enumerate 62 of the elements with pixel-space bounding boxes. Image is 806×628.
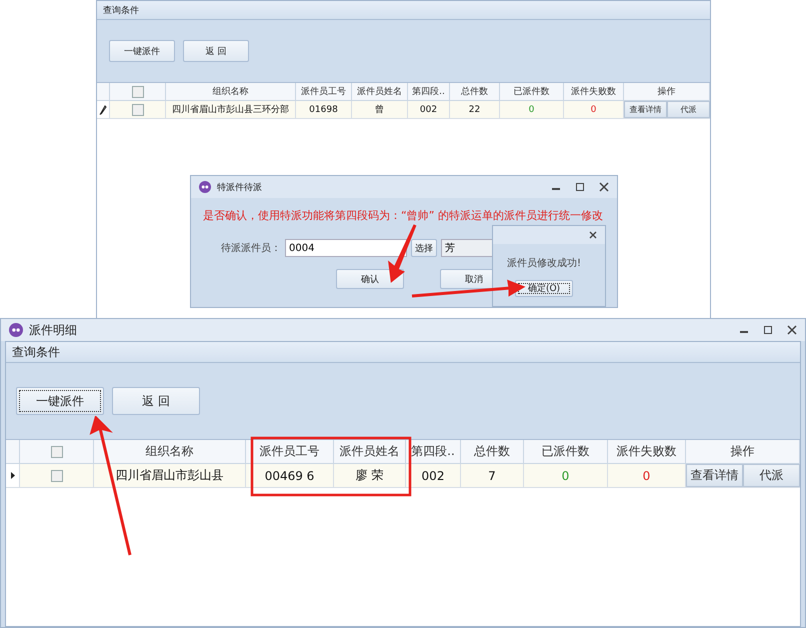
column-header: 操作 <box>686 440 800 464</box>
success-message: 派件员修改成功! <box>507 256 582 270</box>
action-button[interactable]: 查看详情 <box>686 464 743 487</box>
column-header: 总件数 <box>450 83 500 101</box>
column-header: 派件员工号 <box>246 440 334 464</box>
checkbox[interactable] <box>132 86 144 98</box>
column-header: 已派件数 <box>524 440 608 464</box>
dialog-button[interactable]: 确认 <box>336 269 404 289</box>
table-cell: 0 <box>524 464 608 488</box>
toolbar-button[interactable]: 返 回 <box>112 387 200 415</box>
action-button[interactable]: 代派 <box>667 101 710 118</box>
toolbar-button[interactable]: 一键派件 <box>16 387 104 415</box>
table-cell: 廖 荣 <box>334 464 406 488</box>
window-title: 派件明细 <box>29 322 78 338</box>
column-header: 派件员工号 <box>296 83 352 101</box>
action-button[interactable]: 代派 <box>743 464 800 487</box>
toolbar-button[interactable]: 一键派件 <box>109 40 175 62</box>
table-cell: 0 <box>564 101 624 119</box>
table-cell: 四川省眉山市彭山县三环分部 <box>166 101 296 119</box>
row-pointer-icon <box>10 472 14 479</box>
column-header: 第四段.. <box>408 83 450 101</box>
app-logo-icon <box>9 323 23 337</box>
table-cell: 7 <box>461 464 524 488</box>
close-icon[interactable] <box>787 325 797 335</box>
column-header: 派件员姓名 <box>334 440 406 464</box>
close-icon[interactable] <box>599 182 609 192</box>
maximize-icon[interactable] <box>575 182 585 192</box>
checkbox[interactable] <box>50 446 62 458</box>
table-cell: 22 <box>450 101 500 119</box>
maximize-icon[interactable] <box>763 325 773 335</box>
action-button[interactable]: 查看详情 <box>624 101 667 118</box>
column-header: 总件数 <box>461 440 524 464</box>
row-checkbox[interactable] <box>50 470 62 482</box>
table-cell: 曾 <box>352 101 408 119</box>
confirm-message: 是否确认，使用特派功能将第四段码为：“曾帅” 的特派运单的派件员进行统一修改 <box>202 208 604 223</box>
column-header: 操作 <box>624 83 710 101</box>
column-header: 第四段.. <box>406 440 461 464</box>
column-header: 派件员姓名 <box>352 83 408 101</box>
table-cell: 002 <box>406 464 461 488</box>
dialog-title: 特派件待派 <box>217 182 263 194</box>
toolbar-button[interactable]: 返 回 <box>183 40 249 62</box>
section-title: 查询条件 <box>6 342 800 363</box>
pencil-icon <box>99 104 107 114</box>
app-logo-icon <box>199 181 211 193</box>
section-title: 查询条件 <box>97 1 710 20</box>
column-header: 已派件数 <box>500 83 564 101</box>
row-checkbox[interactable] <box>132 104 144 116</box>
table-cell: 四川省眉山市彭山县 <box>94 464 246 488</box>
close-icon[interactable] <box>589 231 597 239</box>
table-cell: 0 <box>608 464 686 488</box>
input-field[interactable]: 0004 <box>285 239 407 257</box>
field-label: 待派派件员： <box>221 242 281 255</box>
table-cell: 00469 6 <box>246 464 334 488</box>
table-cell: 0 <box>500 101 564 119</box>
column-header: 派件失败数 <box>564 83 624 101</box>
table-cell: 01698 <box>296 101 352 119</box>
column-header: 组织名称 <box>94 440 246 464</box>
select-button[interactable]: 选择 <box>411 239 437 257</box>
column-header: 组织名称 <box>166 83 296 101</box>
column-header: 派件失败数 <box>608 440 686 464</box>
table-cell: 002 <box>408 101 450 119</box>
ok-button[interactable]: 确定(O) <box>515 280 573 297</box>
